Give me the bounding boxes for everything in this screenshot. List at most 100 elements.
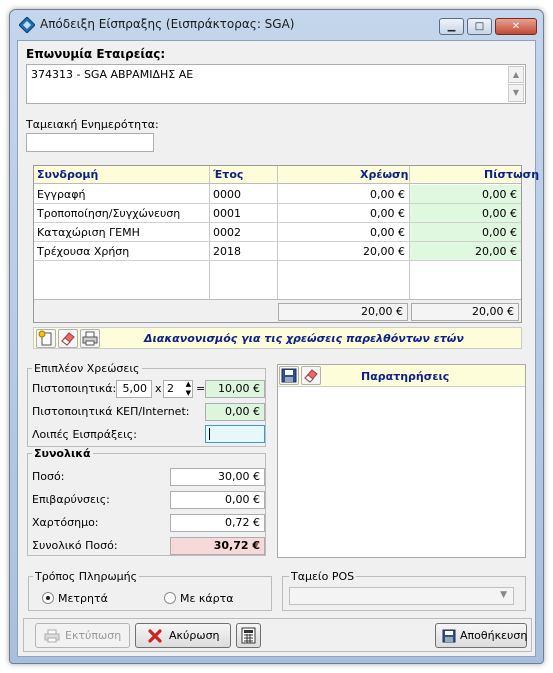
table-row[interactable]: Εγγραφή 0000 0,00 € 0,00 € [34, 185, 521, 204]
header-credit: Πίστωση [484, 168, 540, 181]
cell-year: 2018 [213, 245, 241, 258]
cell-year: 0001 [213, 207, 241, 220]
cancel-x-icon [148, 629, 162, 643]
cell-credit: 0,00 € [482, 207, 517, 220]
kep-label: Πιστοποιητικά ΚΕΠ/Internet: [32, 405, 190, 418]
calculator-button[interactable] [236, 623, 261, 648]
cash-label[interactable]: Μετρητά [58, 592, 108, 605]
cell-debit: 0,00 € [370, 188, 405, 201]
minimize-button[interactable]: ▁ [439, 18, 464, 35]
save-label: Αποθήκευση [460, 629, 528, 642]
subscriptions-grid: Συνδρομή Έτος Χρέωση Πίστωση Εγγραφή 000… [33, 165, 539, 323]
notes-textarea[interactable] [279, 388, 524, 557]
certificates-qty: 2 [167, 382, 174, 395]
cell-subscription: Καταχώριση ΓΕΜΗ [37, 226, 140, 239]
header-year: Έτος [213, 168, 244, 181]
print-label: Εκτύπωση [65, 629, 122, 642]
settlement-toolbar: Διακανονισμός για τις χρεώσεις παρελθόντ… [33, 327, 522, 349]
table-row[interactable]: Τρέχουσα Χρήση 2018 20,00 € 20,00 € [34, 242, 521, 261]
text-cursor [209, 428, 210, 440]
card-radio[interactable] [164, 592, 176, 604]
floppy-disk-icon [442, 629, 456, 643]
client-area: Επωνυμία Εταιρείας: 374313 - SGA ΑΒΡΑΜΙΔ… [17, 40, 539, 657]
cell-credit: 0,00 € [482, 188, 517, 201]
equals-sign: = [196, 382, 206, 395]
header-subscription: Συνδρομή [37, 168, 99, 181]
scroll-up-icon[interactable]: ▲ [508, 66, 524, 83]
save-notes-button[interactable] [279, 366, 299, 385]
spin-down-icon[interactable]: ▼ [186, 389, 191, 397]
cash-status-field[interactable] [26, 133, 154, 152]
radio-dot [46, 596, 50, 600]
app-diamond-icon [19, 17, 35, 33]
notes-panel: Παρατηρήσεις [277, 364, 526, 558]
cell-debit: 20,00 € [363, 245, 405, 258]
surcharges-label: Επιβαρύνσεις: [32, 493, 110, 506]
amount-value: 30,00 € [170, 468, 265, 486]
pos-legend: Ταμείο POS [289, 570, 357, 583]
cell-subscription: Τροποποίηση/Συγχώνευση [37, 207, 181, 220]
maximize-button[interactable]: □ [467, 18, 492, 35]
spin-up-icon[interactable]: ▲ [186, 380, 191, 388]
eraser-icon [61, 332, 75, 346]
printer-icon [82, 331, 98, 346]
company-value: 374313 - SGA ΑΒΡΑΜΙΔΗΣ ΑΕ [31, 68, 194, 81]
total-credit: 20,00 € [411, 303, 519, 321]
cell-credit: 20,00 € [475, 245, 517, 258]
payment-legend: Τρόπος Πληρωμής [33, 570, 140, 583]
print-button[interactable]: Εκτύπωση [35, 623, 130, 648]
button-bar: Εκτύπωση Ακύρωση Αποθήκευση [23, 618, 532, 652]
company-field[interactable]: 374313 - SGA ΑΒΡΑΜΙΔΗΣ ΑΕ ▲ ▼ [26, 64, 526, 104]
scroll-down-icon[interactable]: ▼ [508, 84, 524, 102]
certificates-qty-stepper[interactable]: 2 ▲ ▼ [163, 380, 193, 398]
total-value: 30,72 € [170, 537, 265, 555]
times-sign: x [155, 382, 162, 395]
window-title: Απόδειξη Είσπραξης (Εισπράκτορας: SGA) [40, 17, 295, 31]
chevron-down-icon: ▼ [500, 590, 507, 600]
eraser-icon [304, 369, 318, 383]
settlement-label: Διακανονισμός για τις χρεώσεις παρελθόντ… [144, 332, 464, 345]
cash-radio[interactable] [42, 592, 54, 604]
cell-subscription: Τρέχουσα Χρήση [37, 245, 130, 258]
new-document-icon [38, 330, 52, 346]
table-row[interactable]: Τροποποίηση/Συγχώνευση 0001 0,00 € 0,00 … [34, 204, 521, 223]
stamp-value: 0,72 € [170, 514, 265, 532]
floppy-disk-icon [281, 368, 297, 383]
cell-year: 0002 [213, 226, 241, 239]
title-bar[interactable]: Απόδειξη Είσπραξης (Εισπράκτορας: SGA) ▁… [10, 10, 543, 38]
totals-legend: Συνολικά [32, 447, 93, 460]
card-label[interactable]: Με κάρτα [180, 592, 234, 605]
stamp-label: Χαρτόσημο: [32, 516, 99, 529]
table-row[interactable]: Καταχώριση ΓΕΜΗ 0002 0,00 € 0,00 € [34, 223, 521, 242]
receipt-window: Απόδειξη Είσπραξης (Εισπράκτορας: SGA) ▁… [9, 9, 544, 664]
new-note-button[interactable] [36, 329, 56, 348]
certificates-total: 10,00 € [205, 380, 265, 398]
other-input[interactable] [205, 425, 265, 443]
pos-group: Ταμείο POS ▼ [282, 570, 526, 611]
save-button[interactable]: Αποθήκευση [435, 623, 527, 648]
pos-select[interactable]: ▼ [289, 587, 514, 605]
cancel-button[interactable]: Ακύρωση [135, 623, 231, 648]
amount-label: Ποσό: [32, 470, 65, 483]
clear-notes-button[interactable] [301, 366, 321, 385]
cell-subscription: Εγγραφή [37, 188, 86, 201]
close-button[interactable]: ✕ [495, 18, 537, 35]
cell-credit: 0,00 € [482, 226, 517, 239]
certificates-label: Πιστοποιητικά: [32, 382, 117, 395]
kep-value: 0,00 € [205, 403, 265, 421]
eraser-button[interactable] [58, 329, 78, 348]
header-debit: Χρέωση [360, 168, 409, 181]
cell-debit: 0,00 € [370, 226, 405, 239]
notes-label: Παρατηρήσεις [361, 370, 450, 383]
grid-totals-row: 20,00 € 20,00 € [34, 299, 521, 322]
extra-charges-group: Επιπλέον Χρεώσεις Πιστοποιητικά: 5,00 x … [27, 362, 266, 447]
certificates-price-input[interactable]: 5,00 [116, 380, 152, 398]
notes-toolbar: Παρατηρήσεις [278, 365, 525, 387]
surcharges-value: 0,00 € [170, 491, 265, 509]
company-label: Επωνυμία Εταιρείας: [26, 47, 166, 61]
print-grid-button[interactable] [80, 329, 100, 348]
extra-charges-legend: Επιπλέον Χρεώσεις [32, 362, 142, 375]
cell-year: 0000 [213, 188, 241, 201]
printer-icon [44, 629, 60, 643]
other-label: Λοιπές Εισπράξεις: [32, 428, 137, 441]
